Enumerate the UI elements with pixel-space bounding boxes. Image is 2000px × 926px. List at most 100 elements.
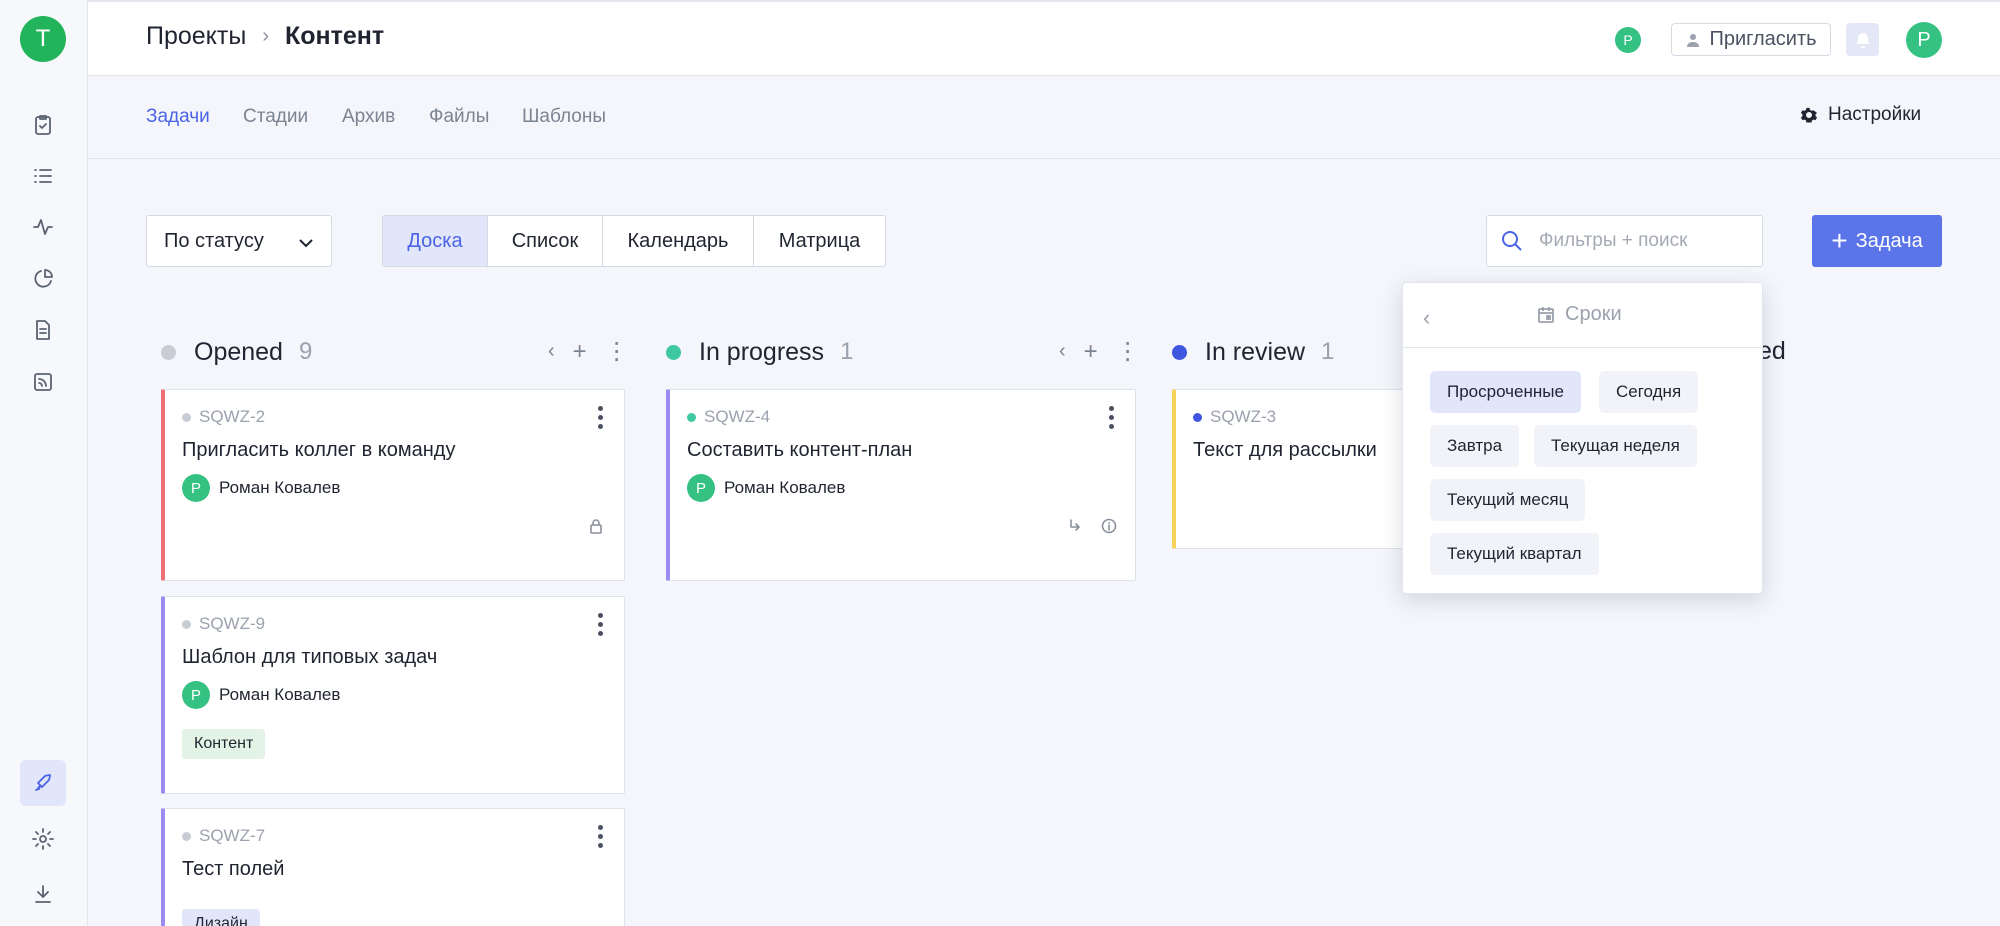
collapse-left-icon[interactable]: ‹ <box>548 340 555 363</box>
settings-label: Настройки <box>1828 104 1922 125</box>
subtask-icon <box>1067 518 1083 534</box>
tab-archive[interactable]: Архив <box>342 106 395 128</box>
task-id-text: SQWZ-7 <box>199 826 266 845</box>
status-dot <box>666 344 681 360</box>
tab-tasks[interactable]: Задачи <box>146 106 210 128</box>
deadline-option-tomorrow[interactable]: Завтра <box>1430 425 1520 467</box>
rocket-icon[interactable] <box>20 760 66 806</box>
dropdown-header: ‹ Сроки <box>1403 283 1762 348</box>
list-nav-icon[interactable] <box>20 153 66 199</box>
assignee: Р Роман Ковалев <box>182 681 340 709</box>
project-member-avatar[interactable]: Р <box>1615 27 1641 53</box>
task-tag[interactable]: Дизайн <box>182 909 260 926</box>
notifications-button[interactable] <box>1846 23 1879 56</box>
view-list-tab[interactable]: Список <box>488 216 603 266</box>
view-matrix-tab[interactable]: Матрица <box>754 216 885 266</box>
group-by-select[interactable]: По статусу <box>146 215 332 267</box>
chevron-down-icon <box>299 239 313 248</box>
task-title: Тест полей <box>182 858 285 880</box>
column-title: Opened <box>194 337 283 366</box>
dropdown-title: Сроки <box>1537 303 1622 326</box>
column-actions: ‹ + ⋮ <box>1059 337 1140 366</box>
settings-link[interactable]: Настройки <box>1800 104 1921 126</box>
task-title: Текст для рассылки <box>1193 439 1377 461</box>
tasks-nav-icon[interactable] <box>20 102 66 148</box>
search-icon <box>1502 231 1522 251</box>
task-card[interactable]: SQWZ-4 Составить контент-план Р Роман Ков… <box>666 389 1136 581</box>
column-title: In review <box>1205 337 1306 366</box>
search-input[interactable] <box>1539 230 1739 252</box>
view-calendar-tab[interactable]: Календарь <box>603 216 754 266</box>
status-dot <box>182 619 191 629</box>
tab-stages[interactable]: Стадии <box>243 106 308 128</box>
page-title: Контент <box>285 22 385 50</box>
task-card[interactable]: SQWZ-7 Тест полей Дизайн <box>161 808 625 926</box>
add-task-label: Задача <box>1855 229 1923 252</box>
card-menu-icon[interactable] <box>598 825 603 848</box>
tab-templates[interactable]: Шаблоны <box>522 106 606 128</box>
task-id-text: SQWZ-9 <box>199 614 266 633</box>
left-sidebar: T <box>0 0 88 926</box>
add-card-icon[interactable]: + <box>573 338 587 366</box>
user-avatar[interactable]: Р <box>1906 22 1942 58</box>
deadline-option-this-quarter[interactable]: Текущий квартал <box>1430 533 1599 575</box>
task-card[interactable]: SQWZ-3 Текст для рассылки <box>1172 389 1432 549</box>
task-id: SQWZ-3 <box>1193 407 1276 427</box>
deadline-filter-dropdown: ‹ Сроки Просроченные Сегодня Завтра Теку… <box>1402 282 1763 594</box>
tab-files[interactable]: Файлы <box>429 106 489 128</box>
breadcrumb-separator: › <box>262 25 269 47</box>
column-menu-icon[interactable]: ⋮ <box>1116 337 1140 366</box>
avatar: Р <box>687 474 715 502</box>
deadline-option-this-week[interactable]: Текущая неделя <box>1534 425 1697 467</box>
invite-label: Пригласить <box>1709 28 1817 50</box>
collapse-left-icon[interactable]: ‹ <box>1059 340 1066 363</box>
task-card[interactable]: SQWZ-2 Пригласить коллег в команду Р Рома… <box>161 389 625 581</box>
deadline-option-overdue[interactable]: Просроченные <box>1430 371 1581 413</box>
task-card[interactable]: SQWZ-9 Шаблон для типовых задач Р Роман К… <box>161 596 625 794</box>
filter-search-box <box>1486 215 1763 267</box>
card-menu-icon[interactable] <box>1109 406 1114 429</box>
deadline-option-this-month[interactable]: Текущий месяц <box>1430 479 1586 521</box>
column-menu-icon[interactable]: ⋮ <box>605 337 629 366</box>
project-tabs: Задачи Стадии Архив Файлы Шаблоны Настро… <box>88 76 2000 159</box>
reports-pie-icon[interactable] <box>20 256 66 302</box>
task-id: SQWZ-9 <box>182 614 265 634</box>
task-id-text: SQWZ-2 <box>199 407 266 426</box>
calendar-icon <box>1538 306 1554 323</box>
task-tag[interactable]: Контент <box>182 729 266 759</box>
documents-nav-icon[interactable] <box>20 307 66 353</box>
add-card-icon[interactable]: + <box>1084 338 1098 366</box>
invite-button[interactable]: Пригласить <box>1671 23 1831 56</box>
task-id: SQWZ-4 <box>687 407 770 427</box>
task-title: Составить контент-план <box>687 439 913 461</box>
gear-icon <box>1800 107 1818 123</box>
avatar: Р <box>182 681 210 709</box>
person-icon <box>1687 33 1700 47</box>
bell-icon <box>1855 32 1870 48</box>
status-dot <box>182 412 191 422</box>
activity-nav-icon[interactable] <box>20 204 66 250</box>
breadcrumb-projects-link[interactable]: Проекты <box>146 22 246 51</box>
task-id-text: SQWZ-4 <box>704 407 771 426</box>
card-menu-icon[interactable] <box>598 406 603 429</box>
feed-nav-icon[interactable] <box>20 359 66 405</box>
card-menu-icon[interactable] <box>598 613 603 636</box>
column-count: 1 <box>1321 338 1335 365</box>
view-board-tab[interactable]: Доска <box>383 216 488 266</box>
status-dot <box>1193 412 1202 422</box>
task-id-text: SQWZ-3 <box>1210 407 1277 426</box>
status-dot <box>161 344 176 360</box>
download-icon[interactable] <box>20 871 66 917</box>
add-task-button[interactable]: + Задача <box>1812 215 1942 267</box>
avatar: Р <box>182 474 210 502</box>
column-count: 9 <box>298 338 313 365</box>
info-icon <box>1101 518 1117 534</box>
gear-icon[interactable] <box>20 816 66 862</box>
deadline-option-today[interactable]: Сегодня <box>1599 371 1699 413</box>
breadcrumb: Проекты › Контент <box>146 22 384 51</box>
back-chevron-icon[interactable]: ‹ <box>1423 305 1430 331</box>
workspace-logo[interactable]: T <box>20 16 66 62</box>
task-title: Пригласить коллег в команду <box>182 439 456 461</box>
assignee-name: Роман Ковалев <box>219 478 341 497</box>
assignee: Р Роман Ковалев <box>182 474 340 502</box>
